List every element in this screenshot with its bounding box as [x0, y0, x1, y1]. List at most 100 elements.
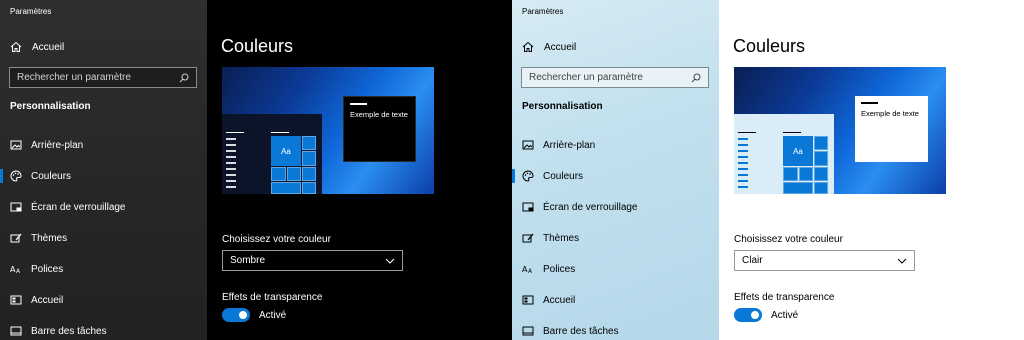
preview-list-line [738, 138, 748, 140]
home-label: Accueil [32, 41, 65, 53]
transparency-label: Effets de transparence [222, 292, 323, 303]
sidebar-item-fonts[interactable]: AA Polices [512, 259, 719, 279]
home-link[interactable]: Accueil [10, 40, 64, 54]
preview-window-titlebar [350, 103, 367, 105]
preview-list-line [226, 162, 236, 164]
sidebar-item-label: Accueil [31, 294, 64, 306]
sidebar-item-taskbar[interactable]: Barre des tâches [0, 321, 207, 340]
preview-tile [302, 151, 316, 166]
preview-start-menu: Aa [734, 114, 834, 194]
preview-window: Exemple de texte [855, 96, 928, 162]
sidebar-item-label: Couleurs [543, 170, 584, 182]
preview-list-line [738, 144, 748, 146]
preview-list-line [226, 168, 236, 170]
sidebar-item-start[interactable]: Accueil [0, 290, 207, 310]
main-content: Couleurs Aa Exemple de texte Choisissez … [719, 0, 1024, 340]
transparency-toggle-row: Activé [222, 308, 286, 322]
preview-window-titlebar [861, 102, 878, 104]
search-input[interactable]: Rechercher un paramètre [9, 67, 197, 88]
preview-tile [783, 167, 798, 181]
preview-tile [799, 167, 813, 181]
preview-tile [271, 182, 301, 194]
selection-indicator [0, 169, 3, 183]
sidebar-item-label: Polices [543, 263, 576, 275]
settings-window-light: Paramètres Accueil Rechercher un paramèt… [512, 0, 1024, 340]
sidebar-item-fonts[interactable]: AA Polices [0, 259, 207, 279]
sidebar-item-background[interactable]: Arrière-plan [0, 135, 207, 155]
preview-tile [287, 167, 301, 181]
sidebar-item-lock-screen[interactable]: Écran de verrouillage [0, 197, 207, 217]
settings-window-dark: Paramètres Accueil Rechercher un paramèt… [0, 0, 512, 340]
preview-tile [271, 167, 286, 181]
sidebar-item-label: Thèmes [31, 232, 68, 244]
color-select[interactable]: Sombre [222, 250, 403, 271]
brush-icon [522, 232, 534, 244]
sidebar-item-label: Barre des tâches [543, 325, 619, 337]
page-title: Couleurs [221, 36, 294, 56]
sidebar-item-colors[interactable]: Couleurs [512, 166, 719, 186]
preview-sample-text: Exemple de texte [350, 110, 408, 119]
sidebar-item-themes[interactable]: Thèmes [0, 228, 207, 248]
sidebar-item-label: Écran de verrouillage [31, 201, 126, 213]
preview-list-line [738, 168, 748, 170]
preview-list-line [738, 156, 748, 158]
transparency-label: Effets de transparence [734, 292, 835, 303]
transparency-toggle[interactable] [222, 308, 250, 322]
preview-window: Exemple de texte [343, 96, 416, 162]
home-icon [522, 41, 534, 53]
preview-list-line [738, 150, 748, 152]
window-title: Paramètres [522, 7, 564, 16]
sidebar-item-label: Couleurs [31, 170, 72, 182]
sidebar-item-colors[interactable]: Couleurs [0, 166, 207, 186]
theme-preview: Aa Exemple de texte [222, 67, 434, 194]
chevron-down-icon [385, 258, 395, 264]
sidebar-item-label: Écran de verrouillage [543, 201, 638, 213]
theme-preview: Aa Exemple de texte [734, 67, 946, 194]
preview-list-line [738, 180, 748, 182]
preview-list-line [738, 174, 748, 176]
search-icon[interactable] [691, 73, 701, 83]
color-label: Choisissez votre couleur [734, 234, 843, 245]
svg-text:A: A [16, 268, 21, 275]
sidebar-item-start[interactable]: Accueil [512, 290, 719, 310]
sidebar-item-taskbar[interactable]: Barre des tâches [512, 321, 719, 340]
preview-sample-text: Exemple de texte [861, 109, 919, 118]
main-content: Couleurs Aa Exemple de texte Choisissez … [207, 0, 512, 340]
color-label: Choisissez votre couleur [222, 234, 331, 245]
sidebar: Paramètres Accueil Rechercher un paramèt… [512, 0, 719, 340]
transparency-toggle[interactable] [734, 308, 762, 322]
image-icon [522, 139, 534, 151]
sidebar-item-label: Arrière-plan [31, 139, 84, 151]
preview-tile [814, 151, 828, 166]
preview-tile [814, 167, 828, 181]
preview-tile [814, 136, 828, 150]
sidebar-item-lock-screen[interactable]: Écran de verrouillage [512, 197, 719, 217]
preview-tile [302, 182, 316, 194]
search-icon[interactable] [179, 73, 189, 83]
sidebar-item-label: Barre des tâches [31, 325, 107, 337]
transparency-state: Activé [259, 309, 287, 321]
color-select[interactable]: Clair [734, 250, 915, 271]
sidebar-item-label: Accueil [543, 294, 576, 306]
color-select-value: Clair [742, 255, 763, 266]
toggle-knob [751, 311, 759, 319]
preview-list-line [226, 150, 236, 152]
preview-tile-aa: Aa [783, 136, 813, 166]
chevron-down-icon [897, 258, 907, 264]
transparency-state: Activé [771, 309, 799, 321]
home-link[interactable]: Accueil [522, 40, 576, 54]
sidebar: Paramètres Accueil Rechercher un paramèt… [0, 0, 207, 340]
home-label: Accueil [544, 41, 577, 53]
image-icon [10, 139, 22, 151]
sidebar-item-background[interactable]: Arrière-plan [512, 135, 719, 155]
search-input[interactable]: Rechercher un paramètre [521, 67, 709, 88]
sidebar-item-themes[interactable]: Thèmes [512, 228, 719, 248]
preview-tile-aa: Aa [271, 136, 301, 166]
lock-screen-icon [522, 201, 534, 213]
preview-tiles-header [271, 132, 289, 133]
preview-tiles-header [783, 132, 801, 133]
preview-tile [814, 182, 828, 194]
preview-tile [302, 167, 316, 181]
search-placeholder: Rechercher un paramètre [529, 72, 643, 83]
svg-text:A: A [528, 268, 533, 275]
